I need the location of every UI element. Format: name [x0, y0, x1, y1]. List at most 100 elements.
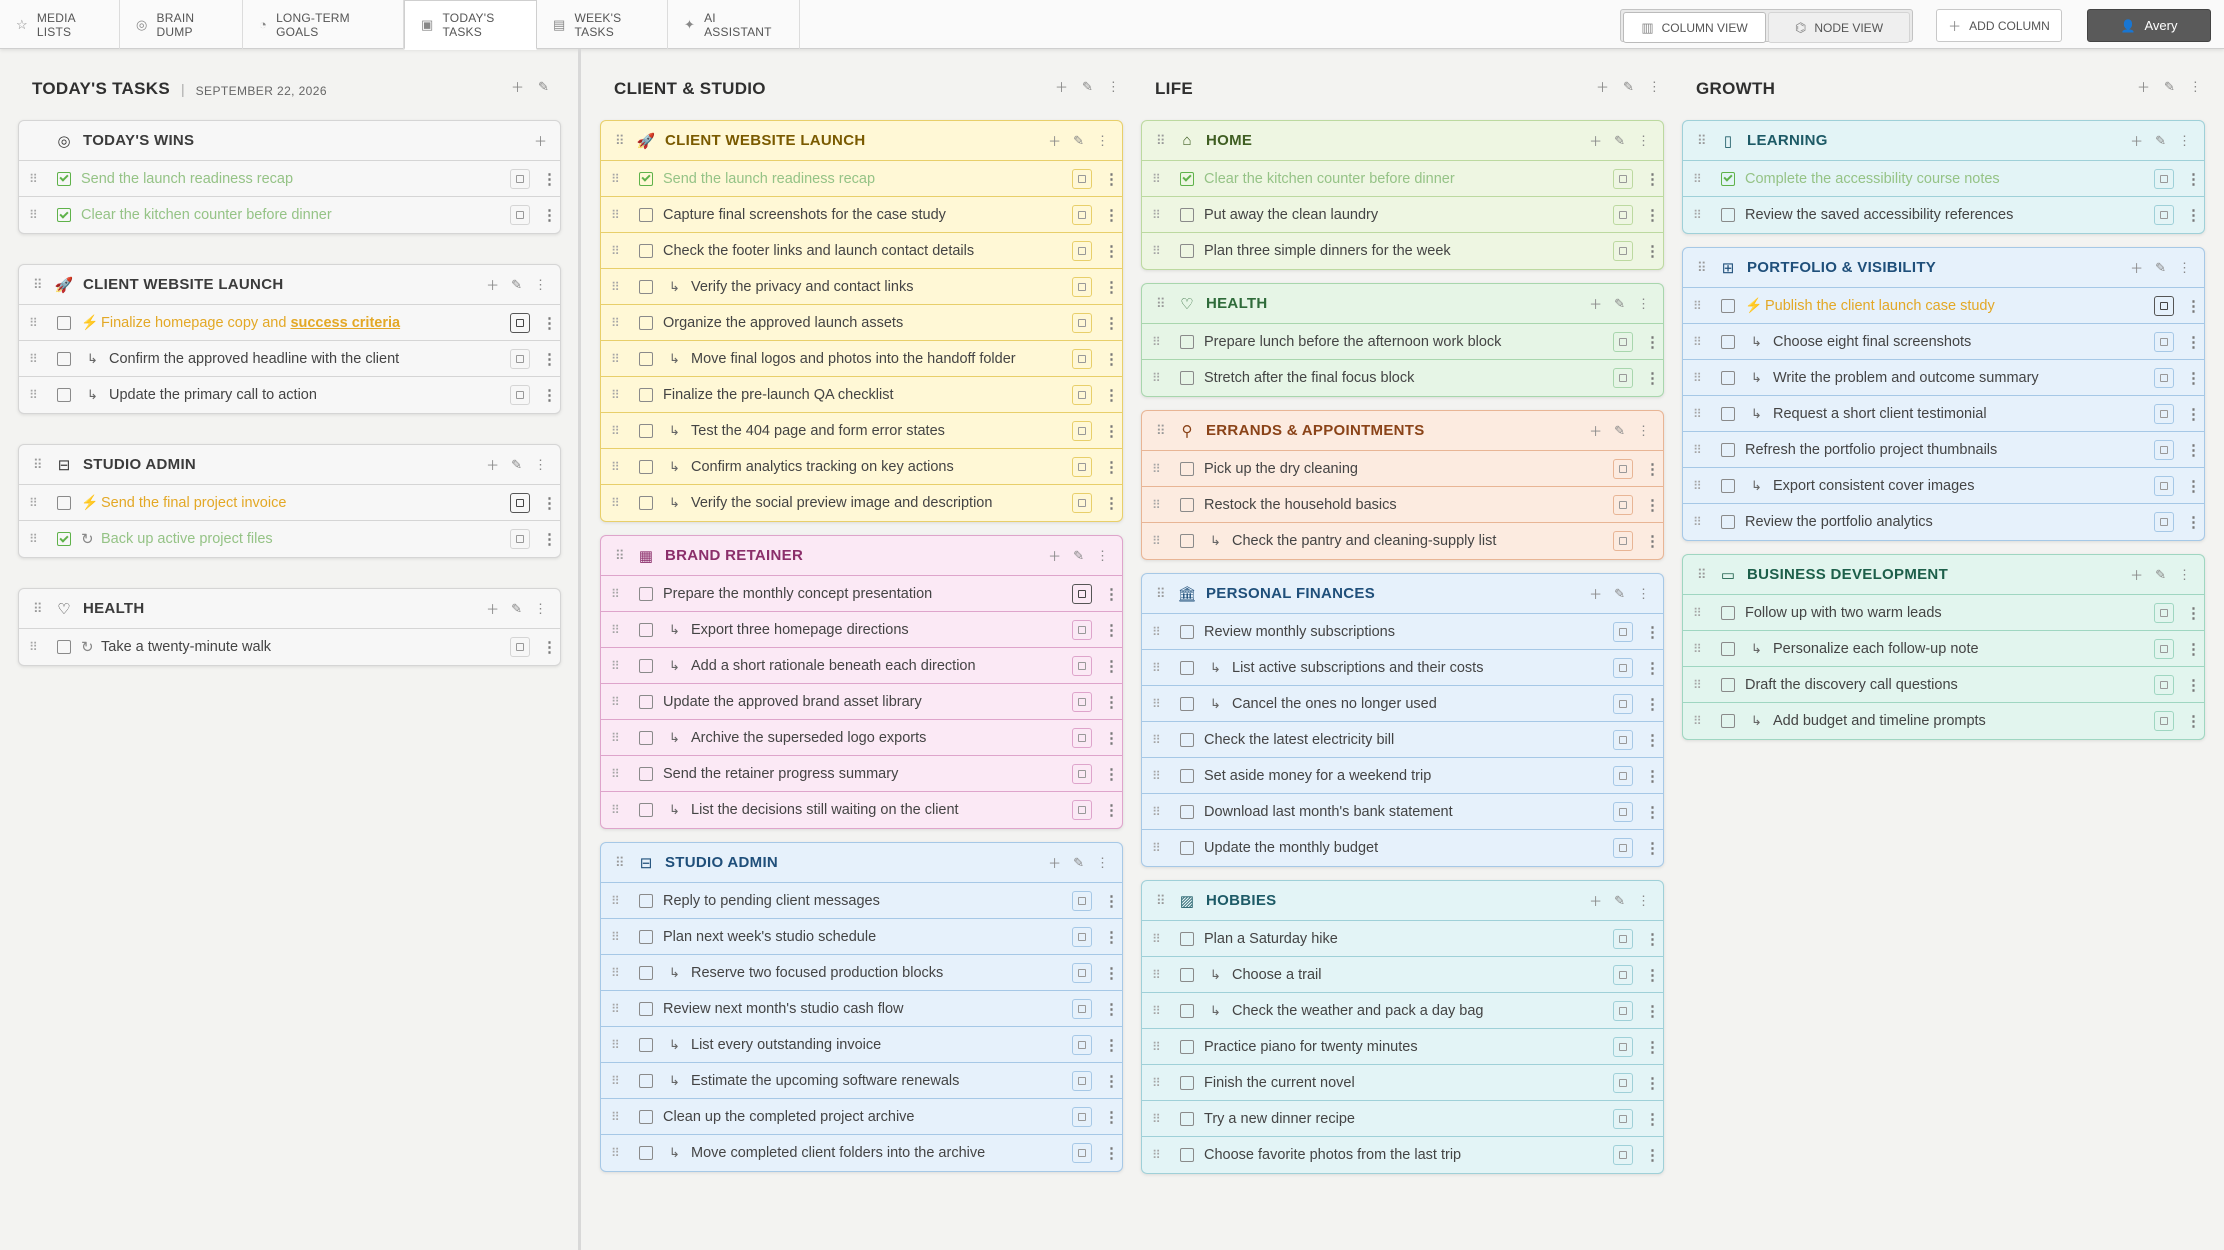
plan-today-icon[interactable] [2154, 711, 2174, 731]
task-text[interactable]: Write the problem and outcome summary [1773, 370, 2154, 386]
add-task-icon[interactable]: ＋ [1048, 131, 1061, 150]
drag-handle-icon[interactable]: ⠿ [611, 460, 631, 474]
add-task-icon[interactable]: ＋ [486, 275, 499, 294]
plan-today-icon[interactable] [510, 168, 530, 189]
task-text[interactable]: Organize the approved launch assets [663, 315, 1072, 331]
more-icon[interactable]: ⋮ [1645, 460, 1660, 478]
edit-icon[interactable]: ✎ [1614, 296, 1625, 312]
drag-handle-icon[interactable]: ⠿ [1152, 534, 1172, 548]
drag-handle-icon[interactable]: ⠿ [1693, 678, 1713, 692]
drag-handle-icon[interactable]: ⠿ [1152, 733, 1172, 747]
more-icon[interactable]: ⋮ [1104, 892, 1119, 910]
more-icon[interactable]: ⋮ [1104, 1000, 1119, 1018]
plan-today-icon[interactable] [1072, 493, 1092, 513]
task-checkbox[interactable] [1721, 677, 1735, 692]
task-checkbox[interactable] [639, 279, 653, 294]
drag-handle-icon[interactable]: ⠿ [611, 424, 631, 438]
task-checkbox[interactable] [1721, 478, 1735, 493]
task-checkbox[interactable] [639, 766, 653, 781]
drag-handle-icon[interactable]: ⠿ [1156, 133, 1174, 149]
drag-handle-icon[interactable]: ⠿ [1156, 296, 1174, 312]
task-text[interactable]: Cancel the ones no longer used [1232, 696, 1613, 712]
plan-today-icon[interactable] [1072, 655, 1092, 676]
task-checkbox[interactable] [639, 730, 653, 745]
task-text[interactable]: Estimate the upcoming software renewals [691, 1073, 1072, 1089]
task-checkbox[interactable] [1180, 768, 1194, 783]
tab-weeks-tasks[interactable]: ▤ WEEK'S TASKS [537, 0, 668, 49]
drag-handle-icon[interactable]: ⠿ [33, 457, 51, 473]
task-checkbox[interactable] [57, 315, 71, 330]
task-checkbox[interactable] [1180, 660, 1194, 675]
task-text[interactable]: Add a short rationale beneath each direc… [691, 658, 1072, 674]
more-icon[interactable]: ⋮ [1645, 767, 1660, 785]
task-checkbox[interactable] [639, 459, 653, 474]
drag-handle-icon[interactable]: ⠿ [1152, 625, 1172, 639]
more-icon[interactable]: ⋮ [1104, 729, 1119, 747]
drag-handle-icon[interactable]: ⠿ [1152, 661, 1172, 675]
task-checkbox[interactable] [1180, 732, 1194, 747]
more-icon[interactable]: ⋮ [542, 314, 557, 332]
add-task-icon[interactable]: ＋ [2130, 258, 2143, 277]
drag-handle-icon[interactable]: ⠿ [29, 208, 49, 222]
drag-handle-icon[interactable]: ⠿ [615, 548, 633, 564]
more-icon[interactable]: ⋮ [1637, 586, 1650, 602]
task-checkbox[interactable] [1180, 371, 1194, 385]
task-text[interactable]: Add budget and timeline prompts [1773, 713, 2154, 729]
task-text[interactable]: Choose favorite photos from the last tri… [1204, 1147, 1613, 1163]
edit-icon[interactable]: ✎ [1623, 79, 1634, 95]
more-icon[interactable]: ⋮ [1637, 133, 1650, 149]
more-icon[interactable]: ⋮ [1104, 1144, 1119, 1162]
drag-handle-icon[interactable]: ⠿ [1152, 1148, 1172, 1162]
task-checkbox[interactable] [639, 965, 653, 980]
task-checkbox[interactable] [1180, 1111, 1194, 1126]
plan-today-icon[interactable] [1072, 763, 1092, 784]
plan-today-icon[interactable] [1072, 240, 1092, 261]
plan-today-icon[interactable] [1072, 800, 1092, 820]
plan-today-icon[interactable] [1613, 368, 1633, 388]
task-text[interactable]: Send the final project invoice [101, 495, 510, 511]
more-icon[interactable]: ⋮ [2186, 333, 2201, 351]
tab-media-lists[interactable]: ☆ MEDIA LISTS [0, 0, 120, 49]
more-icon[interactable]: ⋮ [2186, 712, 2201, 730]
more-icon[interactable]: ⋮ [2186, 604, 2201, 622]
plan-today-icon[interactable] [1072, 926, 1092, 947]
add-task-icon[interactable]: ＋ [486, 599, 499, 618]
plan-today-icon[interactable] [1072, 962, 1092, 983]
drag-handle-icon[interactable]: ⠿ [1693, 208, 1713, 222]
task-checkbox[interactable] [1721, 298, 1735, 313]
task-text[interactable]: Reply to pending client messages [663, 893, 1072, 909]
more-icon[interactable]: ⋮ [1645, 496, 1660, 514]
plan-today-icon[interactable] [1072, 1034, 1092, 1055]
drag-handle-icon[interactable]: ⠿ [611, 496, 631, 510]
task-text[interactable]: Review the saved accessibility reference… [1745, 207, 2154, 223]
plan-today-icon[interactable] [1613, 693, 1633, 714]
more-icon[interactable]: ⋮ [542, 530, 557, 548]
task-text[interactable]: Export consistent cover images [1773, 478, 2154, 494]
more-icon[interactable]: ⋮ [1104, 314, 1119, 332]
task-text[interactable]: Plan a Saturday hike [1204, 931, 1613, 947]
task-text[interactable]: Review the portfolio analytics [1745, 514, 2154, 530]
plan-today-icon[interactable] [1072, 348, 1092, 369]
drag-handle-icon[interactable]: ⠿ [611, 767, 631, 781]
plan-today-icon[interactable] [1072, 691, 1092, 712]
task-text[interactable]: Plan three simple dinners for the week [1204, 243, 1613, 259]
drag-handle-icon[interactable]: ⠿ [1152, 932, 1172, 946]
plan-today-icon[interactable] [2154, 331, 2174, 352]
more-icon[interactable]: ⋮ [1645, 333, 1660, 351]
task-text[interactable]: Restock the household basics [1204, 497, 1613, 513]
task-checkbox[interactable] [1180, 334, 1194, 349]
task-checkbox[interactable] [57, 532, 71, 546]
edit-icon[interactable]: ✎ [2155, 567, 2166, 583]
more-icon[interactable]: ⋮ [1107, 79, 1120, 95]
task-checkbox[interactable] [1721, 208, 1735, 222]
task-checkbox[interactable] [639, 658, 653, 673]
more-icon[interactable]: ⋮ [542, 386, 557, 404]
more-icon[interactable]: ⋮ [1645, 839, 1660, 857]
more-icon[interactable]: ⋮ [1645, 1038, 1660, 1056]
more-icon[interactable]: ⋮ [1637, 423, 1650, 439]
edit-icon[interactable]: ✎ [2155, 133, 2166, 149]
plan-today-icon[interactable] [1613, 494, 1633, 515]
task-text[interactable]: Update the primary call to action [109, 387, 510, 403]
drag-handle-icon[interactable]: ⠿ [1152, 841, 1172, 855]
task-text[interactable]: Follow up with two warm leads [1745, 605, 2154, 621]
